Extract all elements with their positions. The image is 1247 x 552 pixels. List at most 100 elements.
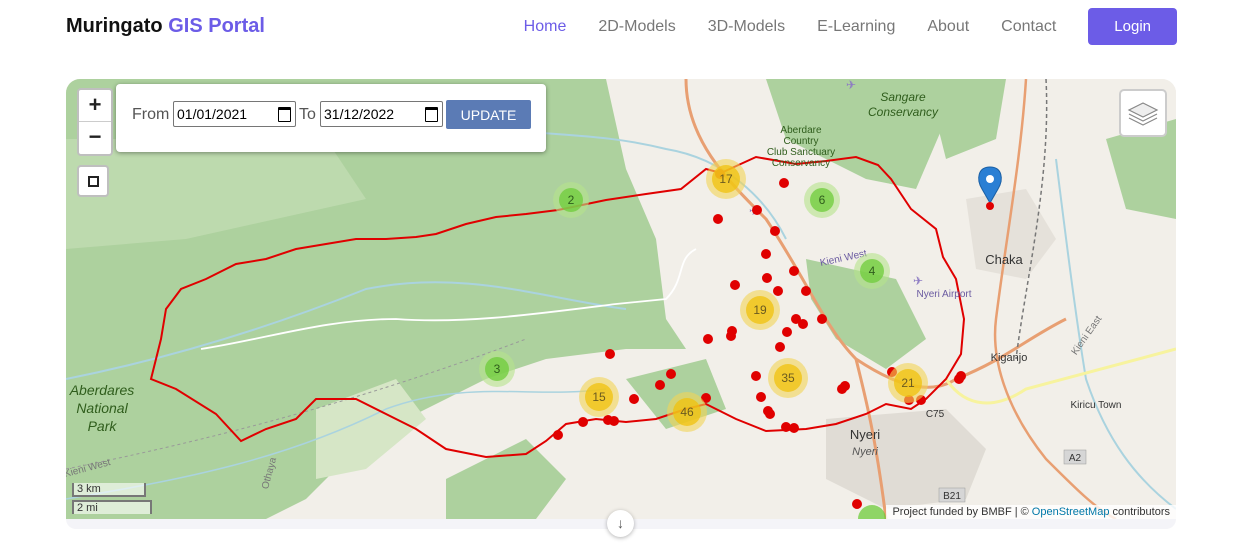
incident-point[interactable] bbox=[726, 331, 736, 341]
cluster-marker[interactable]: 3 bbox=[479, 351, 515, 387]
cluster-count: 21 bbox=[901, 376, 915, 390]
incident-point[interactable] bbox=[765, 409, 775, 419]
cluster-count: 19 bbox=[753, 303, 767, 317]
calendar-icon[interactable] bbox=[278, 107, 291, 122]
label-aberdares-2: National bbox=[76, 400, 128, 416]
incident-point[interactable] bbox=[789, 423, 799, 433]
from-label: From bbox=[132, 106, 170, 123]
cluster-marker[interactable]: 2 bbox=[553, 182, 589, 218]
from-date-input[interactable]: 01/01/2021 bbox=[173, 101, 296, 127]
draw-rectangle-button[interactable] bbox=[77, 165, 109, 197]
label-aberdare-4: Conservancy bbox=[772, 158, 830, 169]
scale-bar-mi: 2 mi bbox=[72, 500, 152, 514]
date-filter-panel: From 01/01/2021 To 31/12/2022 UPDATE bbox=[116, 84, 546, 152]
incident-point[interactable] bbox=[730, 280, 740, 290]
cluster-marker[interactable]: 4 bbox=[854, 253, 890, 289]
incident-point[interactable] bbox=[852, 499, 862, 509]
label-chaka: Chaka bbox=[985, 252, 1023, 267]
to-date-value: 31/12/2022 bbox=[324, 106, 395, 122]
cluster-count: 35 bbox=[781, 371, 795, 385]
label-conservancy: Conservancy bbox=[868, 105, 939, 119]
brand-accent: GIS Portal bbox=[168, 15, 265, 37]
incident-point[interactable] bbox=[817, 314, 827, 324]
layers-button[interactable] bbox=[1119, 89, 1167, 137]
zoom-control: + − bbox=[77, 88, 113, 156]
label-kiricu-town: Kiricu Town bbox=[1071, 400, 1122, 411]
label-nyeri: Nyeri bbox=[850, 427, 880, 442]
to-date-input[interactable]: 31/12/2022 bbox=[320, 101, 443, 127]
brand-logo[interactable]: Muringato GIS Portal bbox=[66, 15, 265, 38]
airport-icon: ✈ bbox=[913, 274, 923, 288]
top-navbar: Muringato GIS Portal Home 2D-Models 3D-M… bbox=[0, 0, 1247, 56]
incident-point[interactable] bbox=[756, 392, 766, 402]
incident-point[interactable] bbox=[773, 286, 783, 296]
incident-point[interactable] bbox=[770, 226, 780, 236]
nav-2d-models[interactable]: 2D-Models bbox=[598, 18, 675, 36]
update-button[interactable]: UPDATE bbox=[446, 100, 531, 129]
incident-point[interactable] bbox=[629, 394, 639, 404]
nav-3d-models[interactable]: 3D-Models bbox=[708, 18, 785, 36]
incident-point[interactable] bbox=[655, 380, 665, 390]
incident-point[interactable] bbox=[954, 374, 964, 384]
label-aberdares-1: Aberdares bbox=[69, 382, 135, 398]
label-sangare: Sangare bbox=[880, 90, 926, 104]
incident-point[interactable] bbox=[789, 266, 799, 276]
scroll-down-button[interactable]: ↓ bbox=[607, 510, 634, 537]
label-nyeri-airport: Nyeri Airport bbox=[916, 289, 971, 300]
cluster-count: 4 bbox=[869, 264, 876, 278]
openstreetmap-link[interactable]: OpenStreetMap bbox=[1032, 506, 1110, 518]
incident-point[interactable] bbox=[775, 342, 785, 352]
cluster-marker[interactable]: 17 bbox=[706, 159, 746, 199]
scale-bar-km: 3 km bbox=[72, 483, 146, 497]
cluster-count: 17 bbox=[719, 172, 733, 186]
attribution-suffix: contributors bbox=[1112, 506, 1170, 518]
incident-point[interactable] bbox=[752, 205, 762, 215]
login-button[interactable]: Login bbox=[1088, 8, 1177, 45]
cluster-marker[interactable]: 19 bbox=[740, 290, 780, 330]
label-aberdare-1: Aberdare bbox=[780, 125, 822, 136]
incident-point[interactable] bbox=[801, 286, 811, 296]
cluster-marker[interactable]: 15 bbox=[579, 377, 619, 417]
cluster-count: 3 bbox=[494, 362, 501, 376]
nav-e-learning[interactable]: E-Learning bbox=[817, 18, 895, 36]
square-icon bbox=[88, 176, 99, 187]
zoom-out-button[interactable]: − bbox=[79, 122, 111, 153]
nav-about[interactable]: About bbox=[927, 18, 969, 36]
label-aberdares-3: Park bbox=[88, 418, 118, 434]
arrow-down-icon: ↓ bbox=[617, 515, 624, 531]
label-kiganjo: Kiganjo bbox=[991, 352, 1028, 364]
cluster-marker[interactable]: 21 bbox=[888, 363, 928, 403]
incident-point[interactable] bbox=[553, 430, 563, 440]
layers-icon bbox=[1127, 102, 1159, 126]
incident-point[interactable] bbox=[713, 214, 723, 224]
nav-home[interactable]: Home bbox=[524, 18, 567, 36]
map-container[interactable]: Sangare Conservancy Aberdare Country Clu… bbox=[66, 79, 1176, 519]
incident-point[interactable] bbox=[578, 417, 588, 427]
incident-point[interactable] bbox=[837, 384, 847, 394]
label-aberdare-2: Country bbox=[783, 136, 818, 147]
label-aberdare-3: Club Sanctuary bbox=[767, 147, 835, 158]
nav-contact[interactable]: Contact bbox=[1001, 18, 1056, 36]
zoom-in-button[interactable]: + bbox=[79, 90, 111, 122]
from-date-value: 01/01/2021 bbox=[177, 106, 248, 122]
incident-point[interactable] bbox=[761, 249, 771, 259]
cluster-count: 46 bbox=[680, 405, 694, 419]
cluster-count: 2 bbox=[568, 193, 575, 207]
incident-point[interactable] bbox=[798, 319, 808, 329]
label-c75: C75 bbox=[926, 409, 945, 420]
incident-point[interactable] bbox=[779, 178, 789, 188]
incident-point[interactable] bbox=[605, 349, 615, 359]
cluster-marker[interactable]: 35 bbox=[768, 358, 808, 398]
attribution-prefix: Project funded by BMBF | © bbox=[892, 506, 1029, 518]
incident-point[interactable] bbox=[782, 327, 792, 337]
incident-point[interactable] bbox=[666, 369, 676, 379]
incident-point[interactable] bbox=[751, 371, 761, 381]
incident-point[interactable] bbox=[703, 334, 713, 344]
incident-point[interactable] bbox=[609, 416, 619, 426]
calendar-icon[interactable] bbox=[425, 107, 438, 122]
cluster-count: 6 bbox=[819, 193, 826, 207]
cluster-marker[interactable]: 46 bbox=[667, 392, 707, 432]
label-b21: B21 bbox=[943, 491, 961, 502]
incident-point[interactable] bbox=[762, 273, 772, 283]
cluster-marker[interactable]: 6 bbox=[804, 182, 840, 218]
